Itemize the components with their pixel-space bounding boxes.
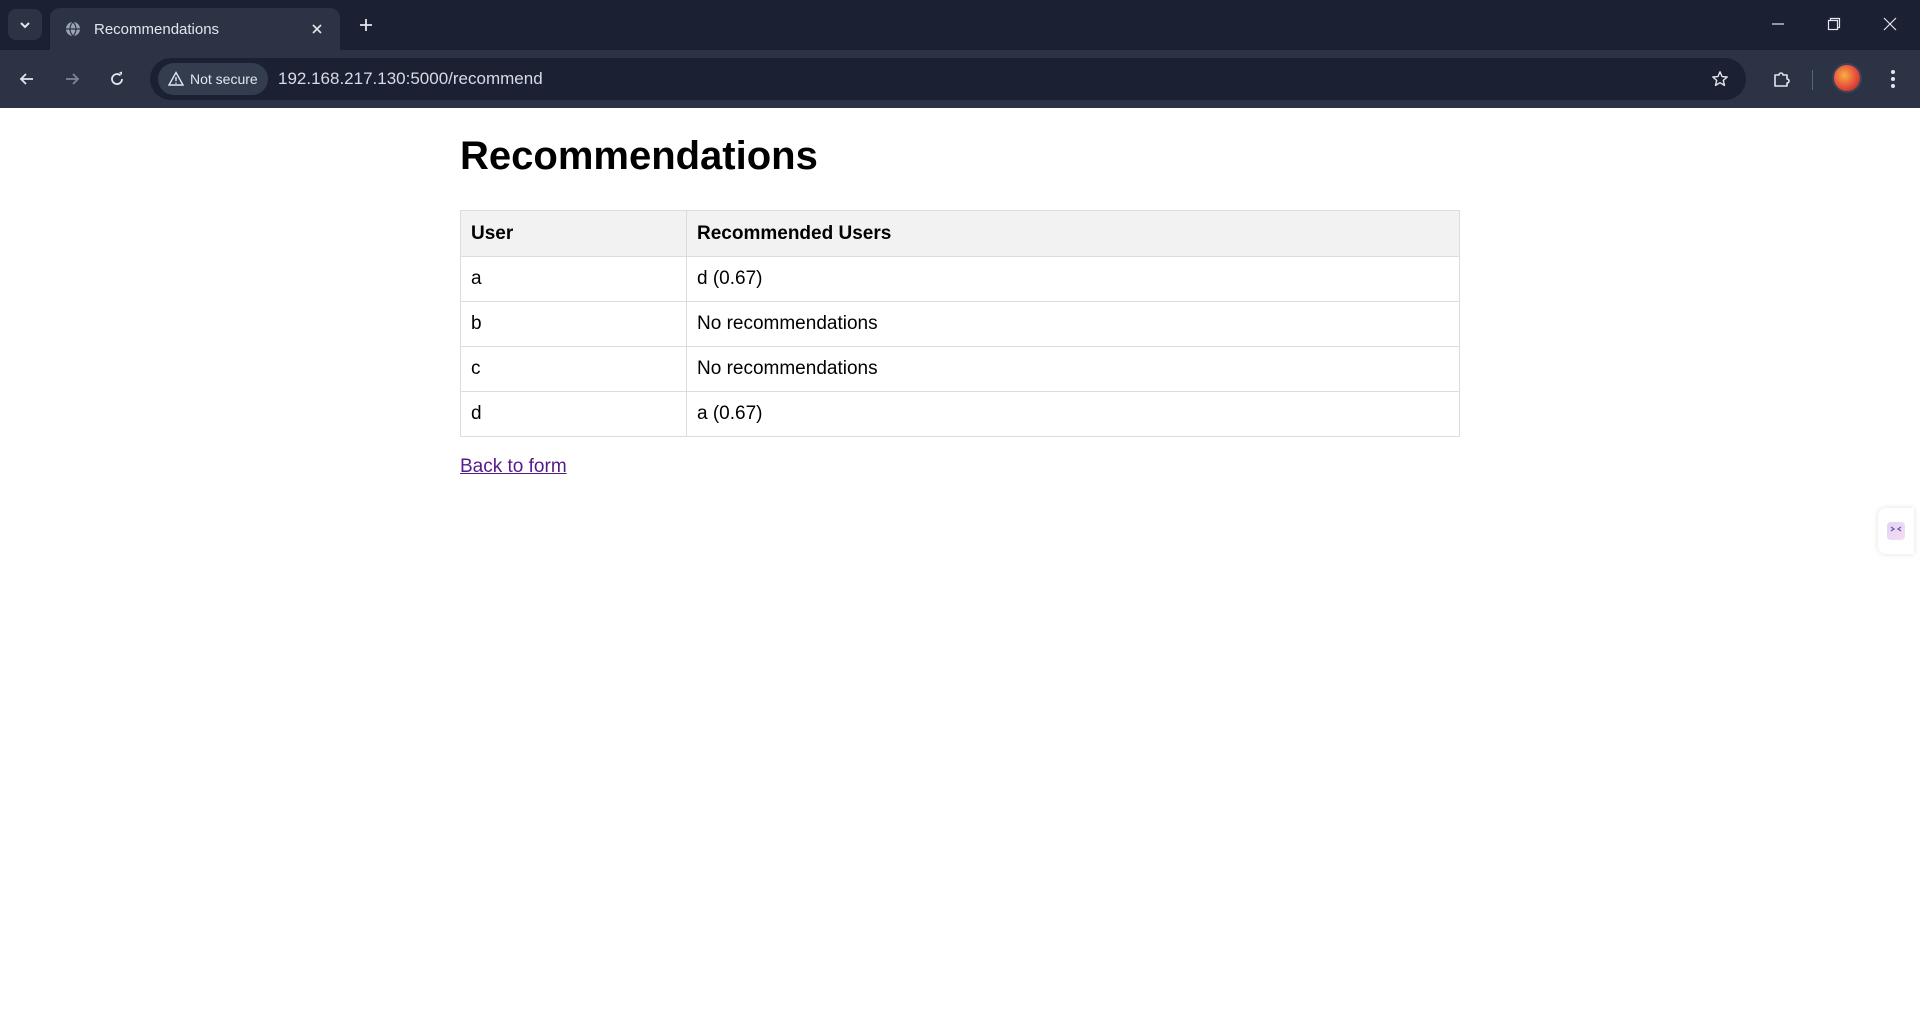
security-chip[interactable]: Not secure [158,63,268,95]
arrow-right-icon [66,73,80,85]
minimize-button[interactable] [1750,0,1806,48]
user-cell: b [460,301,687,347]
security-label: Not secure [190,71,258,87]
extensions-button[interactable] [1764,61,1800,97]
recommended-users-cell: d (0.67) [686,256,1460,302]
recommended-users-cell: No recommendations [686,301,1460,347]
close-window-button[interactable] [1862,0,1918,48]
star-icon [1712,71,1728,87]
recommendations-table: User Recommended Users a d (0.67) b No r… [460,210,1460,437]
plus-icon [360,19,372,31]
arrow-left-icon [19,73,33,85]
chevron-down-icon [20,21,30,28]
toolbar-divider [1812,70,1813,90]
tab-strip: Recommendations [0,0,1920,50]
forward-button[interactable] [54,61,90,97]
column-header-recommended-users: Recommended Users [686,210,1460,257]
restore-icon [1827,17,1841,31]
browser-toolbar: Not secure 192.168.217.130:5000/recommen… [0,50,1920,108]
sparkle-icon [1887,522,1905,540]
address-bar[interactable]: Not secure 192.168.217.130:5000/recommen… [150,58,1746,100]
table-row: c No recommendations [460,346,1460,392]
bookmark-button[interactable] [1704,63,1736,95]
side-panel-widget[interactable] [1878,508,1914,554]
back-to-form-link[interactable]: Back to form [460,456,567,478]
new-tab-button[interactable] [352,11,380,39]
close-icon[interactable] [306,18,328,40]
puzzle-icon [1774,72,1790,87]
url-text[interactable]: 192.168.217.130:5000/recommend [278,69,543,89]
table-row: d a (0.67) [460,391,1460,437]
kebab-menu-icon [1891,70,1895,88]
close-window-icon [1883,17,1897,31]
tab-title: Recommendations [94,20,220,38]
reload-icon [111,71,123,85]
restore-button[interactable] [1806,0,1862,48]
user-cell: d [460,391,687,437]
table-row: b No recommendations [460,301,1460,347]
page-title: Recommendations [460,134,818,178]
user-cell: c [460,346,687,392]
recommended-users-cell: a (0.67) [686,391,1460,437]
minimize-icon [1772,23,1784,25]
table-header-row: User Recommended Users [460,210,1460,257]
warning-icon [168,71,184,86]
back-button[interactable] [9,61,45,97]
column-header-user: User [460,210,687,257]
browser-menu-button[interactable] [1878,61,1908,97]
profile-avatar[interactable] [1832,63,1862,93]
globe-icon [64,20,82,38]
active-tab[interactable]: Recommendations [50,8,340,50]
page-content: Recommendations User Recommended Users a… [0,108,1920,1020]
tab-search-button[interactable] [8,9,42,40]
reload-button[interactable] [99,61,135,97]
user-cell: a [460,256,687,302]
table-row: a d (0.67) [460,256,1460,302]
recommended-users-cell: No recommendations [686,346,1460,392]
